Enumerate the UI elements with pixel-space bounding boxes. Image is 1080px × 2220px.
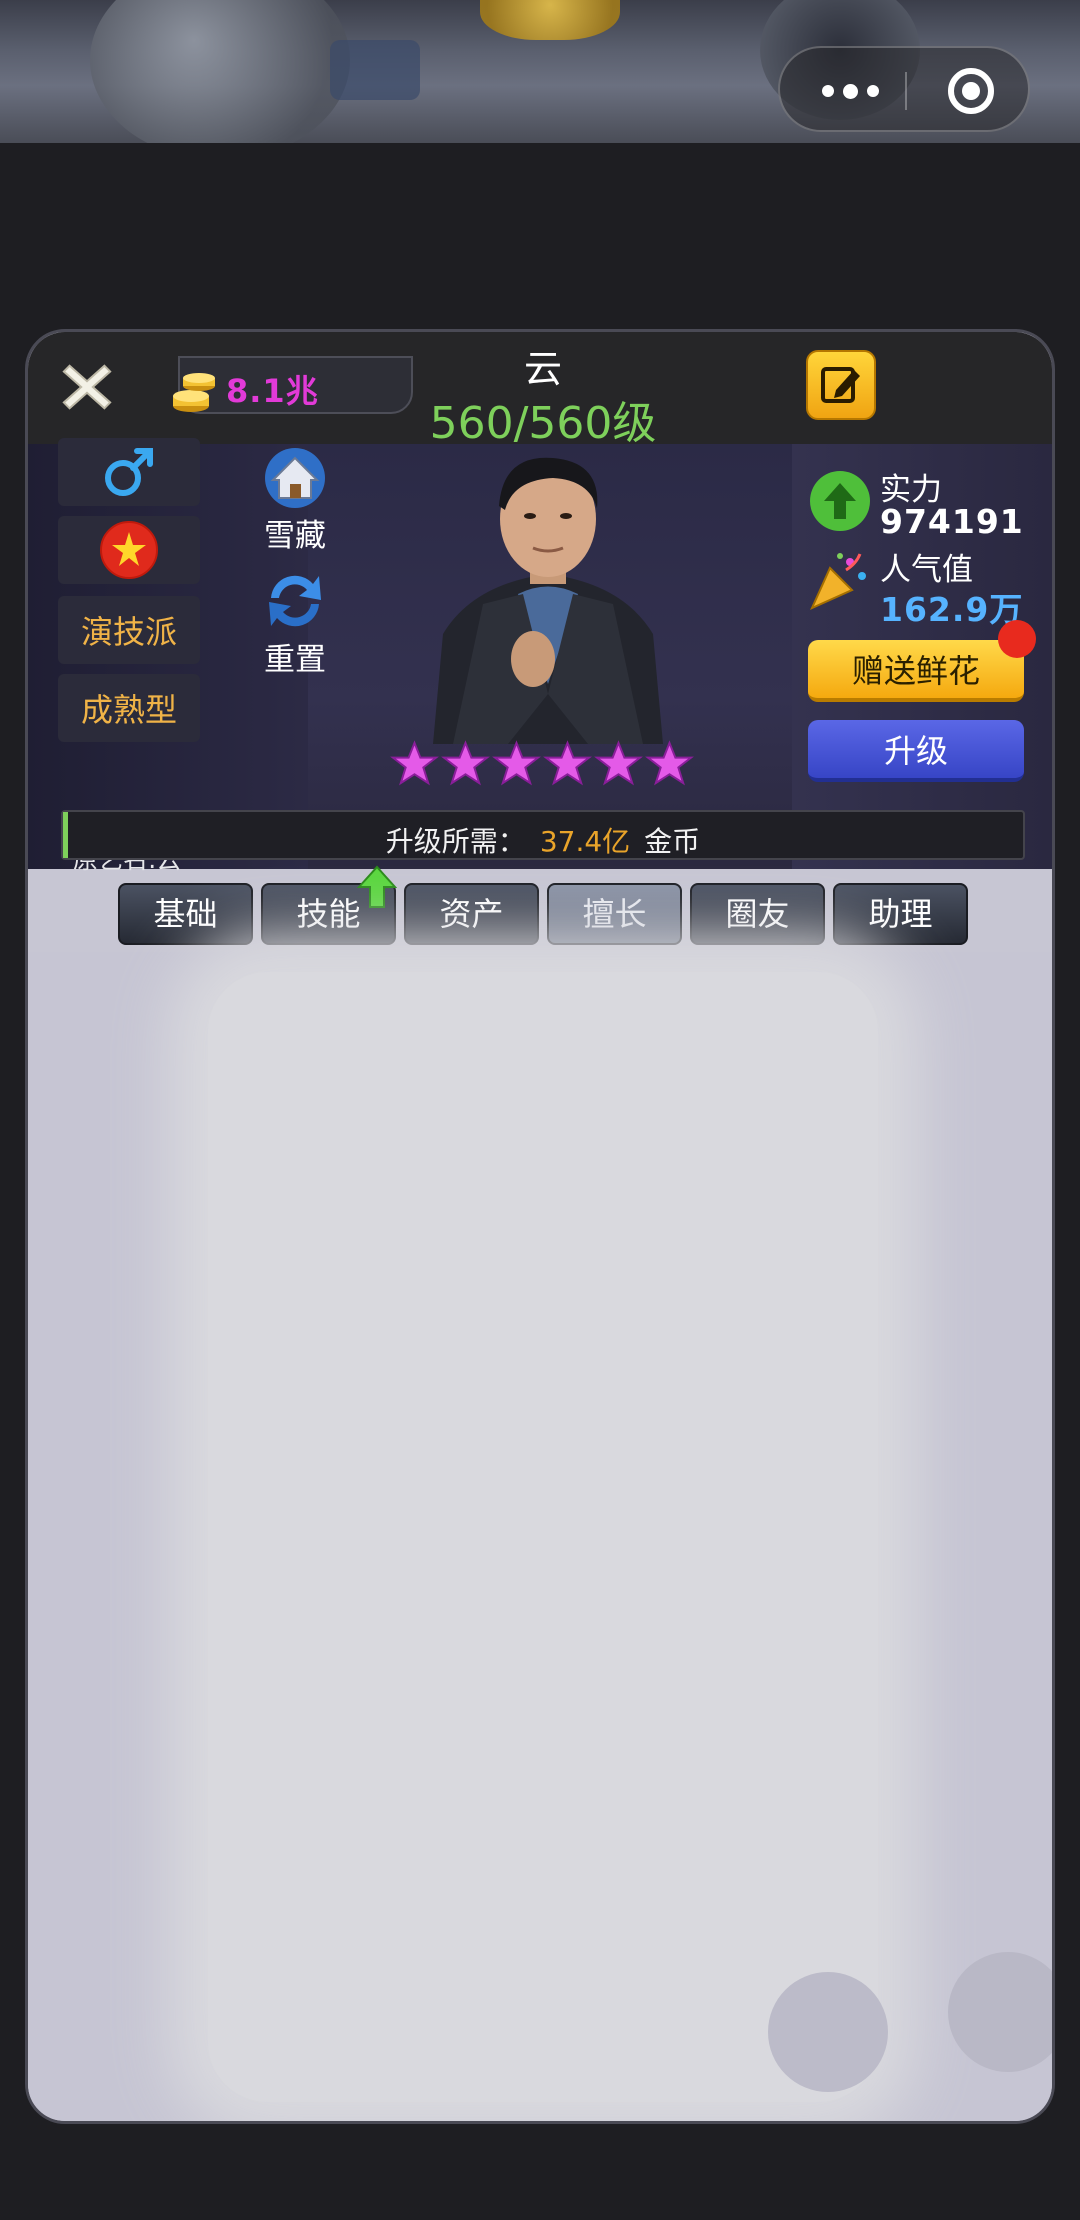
- freeze-button[interactable]: 雪藏: [255, 442, 335, 555]
- edit-icon: [821, 367, 860, 403]
- upgrade-need-unit: 金币: [644, 825, 701, 858]
- tab-bar: 基础 技能 资产 擅长 圈友 助理: [118, 865, 968, 945]
- tab-basic[interactable]: 基础: [118, 883, 253, 945]
- upgrade-button[interactable]: 升级: [808, 720, 1024, 782]
- star-icon: [492, 740, 541, 786]
- upgrade-requirement: 升级所需： 37.4亿 金币: [63, 820, 1023, 860]
- house-icon: [265, 448, 325, 508]
- star-icon: [645, 740, 694, 786]
- reset-button[interactable]: 重置: [255, 566, 335, 679]
- up-arrow-icon: [357, 865, 397, 908]
- star-icon: [441, 740, 490, 786]
- tab-skills[interactable]: 技能: [261, 865, 397, 945]
- nationality-badge: [58, 516, 200, 584]
- star-icon: [390, 740, 439, 786]
- capsule-divider: [905, 72, 907, 110]
- gender-badge: [58, 438, 200, 506]
- character-name: 云: [523, 347, 562, 391]
- reset-label: 重置: [264, 642, 326, 678]
- flag-icon: [100, 521, 158, 579]
- acting-type-tag: 演技派: [58, 596, 200, 664]
- send-flowers-button[interactable]: 赠送鲜花: [808, 640, 1024, 702]
- star-rating: [390, 740, 694, 789]
- more-menu-icon[interactable]: [822, 78, 892, 104]
- close-miniprogram-icon[interactable]: [948, 68, 994, 114]
- strength-value: 974191: [880, 502, 1024, 541]
- character-portrait: [433, 457, 663, 744]
- upgrade-progress-bar: 升级所需： 37.4亿 金币: [61, 810, 1025, 860]
- freeze-label: 雪藏: [264, 518, 326, 554]
- character-panel: 8.1兆 云 560/560级 演技派 成熟型 雪藏 重置 实力 974191 …: [25, 329, 1055, 2124]
- popularity-value: 162.9万: [880, 590, 1024, 629]
- party-popper-icon: [810, 553, 866, 610]
- tab-content: [28, 952, 1052, 2121]
- character-stage: 演技派 成熟型 原艺名:云 雪藏 重置: [28, 438, 1052, 874]
- style-type-tag: 成熟型: [58, 674, 200, 742]
- miniprogram-capsule: [778, 46, 1030, 132]
- content-card: [208, 972, 878, 2102]
- upgrade-need-amount: 37.4亿: [539, 825, 631, 858]
- refresh-icon: [269, 575, 321, 627]
- tab-assistant[interactable]: 助理: [833, 883, 968, 945]
- star-icon: [594, 740, 643, 786]
- tab-specialty[interactable]: 擅长: [547, 883, 682, 945]
- tab-skills-label: 技能: [296, 895, 361, 933]
- star-icon: [543, 740, 592, 786]
- panel-header: 8.1兆 云 560/560级: [28, 332, 1052, 449]
- upgrade-need-label: 升级所需：: [385, 825, 526, 858]
- edit-button[interactable]: [806, 350, 876, 420]
- strength-up-icon: [810, 471, 870, 531]
- notification-dot: [998, 620, 1036, 658]
- male-icon: [105, 448, 153, 496]
- tab-assets[interactable]: 资产: [404, 883, 539, 945]
- tab-friends[interactable]: 圈友: [690, 883, 825, 945]
